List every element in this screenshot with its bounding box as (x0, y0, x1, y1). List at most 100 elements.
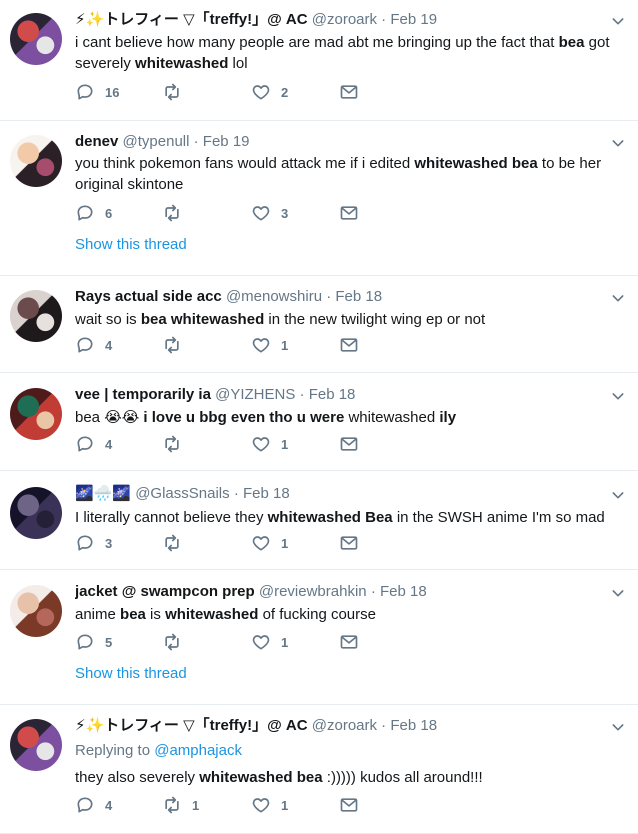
display-name[interactable]: Rays actual side acc (75, 288, 222, 305)
display-name[interactable]: vee | temporarily ia (75, 386, 211, 403)
reply-button[interactable]: 6 (75, 203, 112, 223)
tweet-text: wait so is bea whitewashed in the new tw… (75, 309, 618, 330)
reply-button[interactable]: 5 (75, 632, 112, 652)
text-segment: you think pokemon fans would attack me i… (75, 155, 415, 172)
more-options-button[interactable] (610, 290, 626, 306)
display-name[interactable]: ⚡✨トレフィー ▽「treffy!」@ AC (75, 717, 308, 734)
direct-message-button[interactable] (339, 335, 359, 355)
reply-count: 4 (105, 337, 113, 353)
user-handle[interactable]: @zoroark (312, 717, 377, 734)
tweet[interactable]: ⚡✨トレフィー ▽「treffy!」@ AC @zoroark · Feb 18… (0, 705, 638, 834)
reply-icon (77, 535, 93, 551)
avatar[interactable] (10, 585, 62, 637)
direct-message-button[interactable] (339, 203, 359, 223)
direct-message-button[interactable] (339, 434, 359, 454)
display-name[interactable]: ⚡✨トレフィー ▽「treffy!」@ AC (75, 11, 308, 28)
user-handle[interactable]: @zoroark (312, 11, 377, 28)
reply-icon (77, 436, 93, 452)
retweet-button[interactable] (162, 82, 192, 102)
tweet[interactable]: denev @typenull · Feb 19 you think pokemo… (0, 121, 638, 276)
text-segment: i cant believe how many people are mad a… (75, 34, 559, 51)
reply-button[interactable]: 4 (75, 434, 112, 454)
user-handle[interactable]: @YIZHENS (215, 386, 295, 403)
tweet[interactable]: ⚡✨トレフィー ▽「treffy!」@ AC @zoroark · Feb 19… (0, 0, 638, 121)
timestamp[interactable]: · Feb 19 (194, 133, 250, 150)
direct-message-button[interactable] (339, 632, 359, 652)
more-options-button[interactable] (610, 585, 626, 601)
tweet-actions: 31 (75, 533, 375, 553)
reply-count: 16 (105, 84, 120, 100)
chevron-down-icon (612, 492, 624, 499)
retweet-button[interactable] (162, 335, 192, 355)
display-name[interactable]: denev (75, 133, 118, 150)
envelope-icon (340, 635, 358, 649)
more-options-button[interactable] (610, 487, 626, 503)
more-options-button[interactable] (610, 13, 626, 29)
text-segment: in the SWSH anime I'm so mad (392, 509, 605, 526)
reply-button[interactable]: 3 (75, 533, 112, 553)
tweet[interactable]: 🌌🌧️🌌 @GlassSnails · Feb 18 I literally ca… (0, 471, 638, 570)
tweet[interactable]: Rays actual side acc @menowshiru · Feb 1… (0, 276, 638, 373)
user-handle[interactable]: @GlassSnails (135, 485, 229, 502)
reply-button[interactable]: 16 (75, 82, 119, 102)
timestamp[interactable]: · Feb 18 (371, 583, 427, 600)
like-button[interactable]: 1 (251, 434, 288, 454)
show-thread-link[interactable]: Show this thread (75, 236, 187, 253)
tweet[interactable]: jacket @ swampcon prep @reviewbrahkin · … (0, 570, 638, 705)
like-button[interactable]: 3 (251, 203, 288, 223)
user-handle[interactable]: @menowshiru (226, 288, 322, 305)
timestamp[interactable]: · Feb 18 (381, 717, 437, 734)
reply-button[interactable]: 4 (75, 335, 112, 355)
avatar[interactable] (10, 13, 62, 65)
user-handle[interactable]: @reviewbrahkin (259, 583, 367, 600)
tweet[interactable]: vee | temporarily ia @YIZHENS · Feb 18 be… (0, 373, 638, 471)
more-options-button[interactable] (610, 719, 626, 735)
tweet-text: bea 😭😭 i love u bbg even tho u were whit… (75, 407, 618, 428)
heart-icon (252, 437, 270, 452)
reply-button[interactable]: 4 (75, 795, 112, 815)
tweet-actions: 16 2 (75, 82, 375, 102)
tweet-header: 🌌🌧️🌌 @GlassSnails · Feb 18 (75, 484, 604, 504)
user-handle[interactable]: @typenull (123, 133, 190, 150)
avatar[interactable] (10, 388, 62, 440)
more-options-button[interactable] (610, 388, 626, 404)
retweet-button[interactable] (162, 434, 192, 454)
direct-message-button[interactable] (339, 795, 359, 815)
timestamp[interactable]: · Feb 18 (234, 485, 290, 502)
avatar[interactable] (10, 135, 62, 187)
like-button[interactable]: 2 (251, 82, 288, 102)
retweet-button[interactable]: 1 (162, 795, 199, 815)
retweet-button[interactable] (162, 203, 192, 223)
like-button[interactable]: 1 (251, 795, 288, 815)
timestamp[interactable]: · Feb 19 (381, 11, 437, 28)
reply-count: 6 (105, 205, 113, 221)
heart-icon (252, 635, 270, 650)
retweet-icon (165, 534, 179, 552)
more-options-button[interactable] (610, 135, 626, 151)
envelope-icon (340, 536, 358, 550)
direct-message-button[interactable] (339, 82, 359, 102)
direct-message-button[interactable] (339, 533, 359, 553)
avatar[interactable] (10, 719, 62, 771)
retweet-button[interactable] (162, 632, 192, 652)
reply-count: 3 (105, 535, 113, 551)
display-name[interactable]: 🌌🌧️🌌 (75, 485, 131, 502)
display-name[interactable]: jacket @ swampcon prep (75, 583, 255, 600)
text-segment: :))))) kudos all around!!! (322, 769, 483, 786)
show-thread-link[interactable]: Show this thread (75, 665, 187, 682)
avatar[interactable] (10, 487, 62, 539)
like-button[interactable]: 1 (251, 335, 288, 355)
timestamp[interactable]: · Feb 18 (300, 386, 356, 403)
like-button[interactable]: 1 (251, 632, 288, 652)
retweet-button[interactable] (162, 533, 192, 553)
tweet-header: jacket @ swampcon prep @reviewbrahkin · … (75, 582, 604, 602)
avatar[interactable] (10, 290, 62, 342)
tweet-header: ⚡✨トレフィー ▽「treffy!」@ AC @zoroark · Feb 19 (75, 10, 604, 30)
replying-handle-link[interactable]: @amphajack (154, 742, 242, 759)
tweet-header: Rays actual side acc @menowshiru · Feb 1… (75, 287, 604, 307)
chevron-down-icon (612, 590, 624, 597)
like-button[interactable]: 1 (251, 533, 288, 553)
timestamp[interactable]: · Feb 18 (326, 288, 382, 305)
highlighted-term: whitewashed Bea (267, 509, 393, 526)
like-count: 1 (281, 337, 289, 353)
